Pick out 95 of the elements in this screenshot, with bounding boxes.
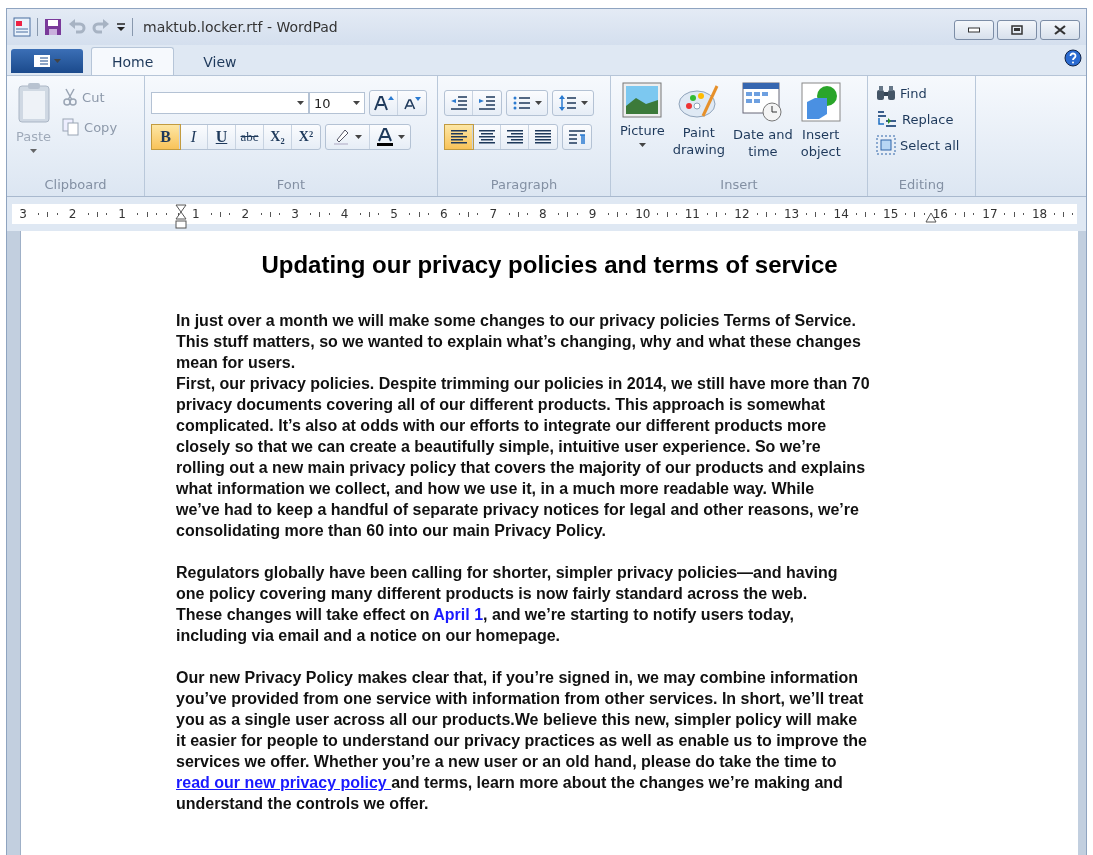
ruler-number: 11 (684, 207, 699, 221)
help-icon[interactable] (1064, 49, 1082, 67)
caret-icon (30, 149, 38, 153)
indent-marker-icon[interactable] (175, 204, 187, 230)
select-all-icon (876, 135, 896, 155)
highlighter-icon (333, 128, 351, 146)
menu-icon (33, 55, 50, 67)
sup-button[interactable]: X² (292, 125, 320, 149)
ruler-number: 7 (488, 207, 499, 221)
ruler-number: 4 (339, 207, 350, 221)
ruler-number: 5 (389, 207, 399, 221)
caret-icon (53, 59, 61, 63)
align-left-button[interactable] (445, 125, 473, 149)
grow-font-icon (373, 95, 394, 111)
ruler-number: 9 (587, 207, 598, 221)
sub-button[interactable]: X₂ (264, 125, 292, 149)
italic-button[interactable]: I (180, 125, 208, 149)
replace-icon (876, 109, 898, 129)
font-size-field[interactable]: 10 (309, 92, 365, 114)
object-button[interactable]: Insert object (797, 80, 844, 177)
maximize-icon (1011, 25, 1023, 35)
group-label: Clipboard (43, 177, 108, 194)
strike-button[interactable]: abc (236, 125, 264, 149)
caret-icon (397, 135, 405, 139)
caret-icon (638, 143, 646, 147)
indent-icon (478, 96, 496, 110)
align-icon (505, 130, 524, 144)
bold-button[interactable]: B (152, 125, 180, 149)
font-color-icon (375, 128, 394, 146)
ruler-number: 10 (635, 207, 650, 221)
ruler-number: 17 (982, 207, 997, 221)
document-title: Updating our privacy policies and terms of service (260, 251, 839, 279)
underline-button[interactable]: U (208, 125, 236, 149)
binoculars-icon (876, 85, 896, 101)
ruler-number: 18 (1031, 207, 1046, 221)
maximize-button[interactable] (997, 20, 1037, 40)
paint-button[interactable]: Paint drawing (669, 80, 729, 177)
ruler-number: 15 (883, 207, 898, 221)
find-button[interactable]: Find (874, 80, 962, 106)
group-label: Paragraph (489, 177, 559, 194)
paragraph-icon (568, 129, 586, 145)
app-menu-button[interactable] (11, 49, 83, 73)
link[interactable]: read our new privacy policy (176, 774, 392, 791)
customize-menu-icon[interactable] (116, 22, 126, 32)
close-button[interactable] (1040, 20, 1080, 40)
outdent-icon (449, 96, 468, 110)
landscape-picture-icon (622, 82, 663, 118)
caret-icon (355, 135, 362, 139)
document-page[interactable] (20, 231, 1078, 855)
ruler-number: 8 (538, 207, 548, 221)
scissors-icon (62, 88, 79, 106)
replace-button[interactable]: Replace (874, 106, 962, 132)
paragraph: Our new Privacy Policy makes clear that, if you’re signed in, we may combine information you’ve provided from one service with information from other services. In short, we’ll treat you as a single user across all our products.We believe this new, simpler policy will make it easier for people to understand our privacy practices as well as enable us to improve the services we offer. Whether you’re a new user or an old hand, please do take the time to read our new privacy policy and terms, learn more about the changes we’re making and understand the controls we offer. (176, 668, 868, 814)
ruler-number: 3 (18, 207, 28, 221)
ruler-number: 14 (833, 207, 848, 221)
paragraph: First, our privacy policies. Despite trimming our policies in 2014, we still have more than 70 privacy documents covering all of our different products. This approach is somewhat complicated. It’s also at odds with our efforts to integrate our different products more closely so that we can create a beautifully simple, intuitive user experience. So we’re rolling out a new main privacy policy that covers the majority of our products and explains what information we collect, and how we use it, in a much more readable way. While we’ve had to keep a handful of separate privacy notices for legal and other reasons, we’re consolidating more than 60 into our main Privacy Policy. (176, 374, 871, 541)
picture-button[interactable]: Picture (617, 80, 668, 177)
align-icon (449, 130, 468, 144)
ribbon-tab[interactable]: Home (91, 47, 175, 75)
group-label: Font (275, 177, 307, 194)
document-icon[interactable] (13, 17, 31, 37)
minimize-icon (968, 27, 980, 33)
calendar-clock-icon (741, 82, 784, 122)
ruler-number: 6 (438, 207, 449, 221)
paragraph: In just over a month we will make some changes to our privacy policies Terms of Service. This stuff matters, so we wanted to explain what’s changing, why and what these changes mean for users. (176, 311, 862, 373)
ruler-number: 2 (240, 207, 251, 221)
shrink-font-icon (403, 96, 421, 110)
selectall-button[interactable]: Select all (874, 132, 962, 158)
caret-icon (297, 101, 304, 105)
align-icon (477, 130, 496, 144)
caret-icon (580, 101, 588, 105)
ruler-number: 1 (190, 207, 201, 221)
bullet-list-icon (512, 96, 531, 110)
group-label: Insert (719, 177, 759, 194)
link[interactable]: April 1 (433, 606, 484, 623)
ruler-number: 1 (117, 207, 127, 221)
ruler-number: 3 (290, 207, 300, 221)
window-title: maktub.locker.rtf - WordPad (143, 19, 338, 35)
paragraph: Regulators globally have been calling for shorter, simpler privacy policies—and having one policy covering many different products is now fairly standard across the web. These changes will take effect on April 1, and we’re starting to notify users today, including via email and a notice on our homepage. (176, 563, 839, 646)
copy-icon (62, 118, 81, 136)
caret-icon (534, 101, 542, 105)
ruler-number: 13 (783, 207, 798, 221)
ruler-number: 2 (67, 207, 78, 221)
ruler-number: 12 (734, 207, 749, 221)
align-icon (534, 130, 552, 144)
close-icon (1054, 25, 1066, 35)
clipboard-icon (16, 82, 51, 124)
ruler-number: 16 (932, 207, 947, 221)
font-name-field[interactable] (151, 92, 309, 114)
line-spacing-icon (558, 95, 577, 111)
ribbon-tab[interactable]: View (182, 47, 258, 75)
group-label: Editing (897, 177, 946, 194)
datetime-button[interactable]: Date and time (730, 80, 796, 177)
caret-icon (353, 101, 360, 105)
save-icon[interactable] (44, 18, 62, 36)
